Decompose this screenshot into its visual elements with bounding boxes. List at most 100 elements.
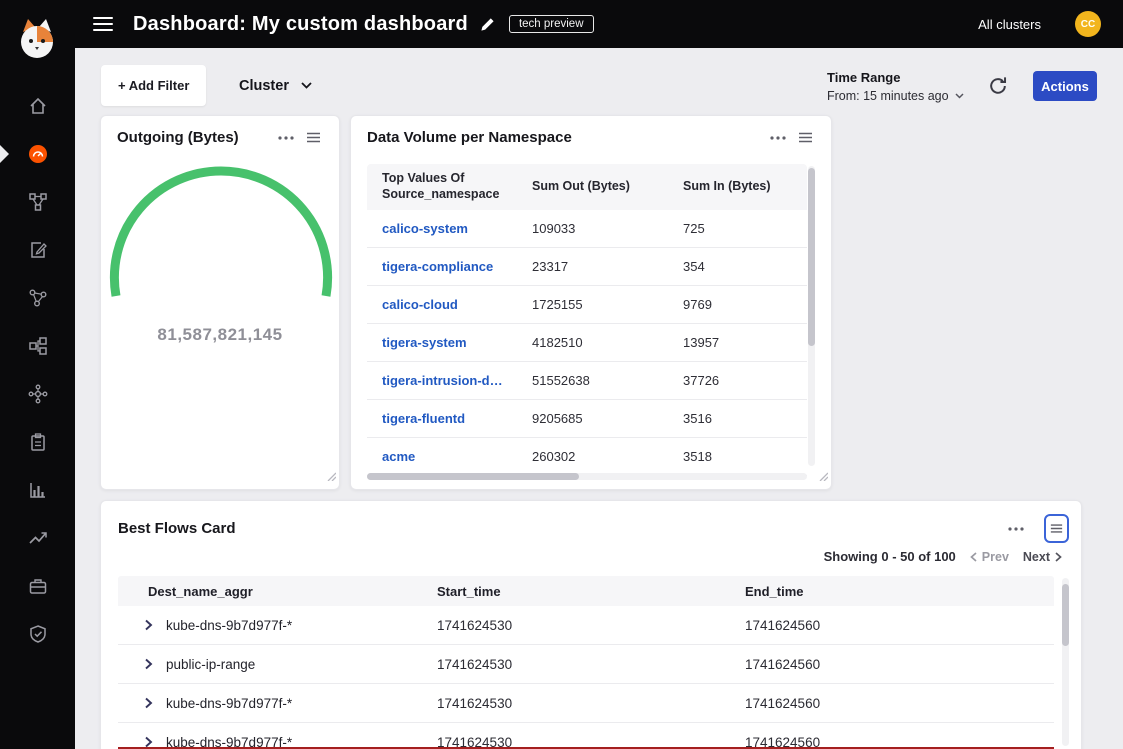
policies-icon[interactable] xyxy=(28,240,48,260)
card-menu-icon[interactable] xyxy=(272,133,300,143)
expand-row-icon[interactable] xyxy=(144,697,153,709)
table-row: tigera-fluentd 9205685 3516 xyxy=(367,400,807,438)
namespace-link[interactable]: tigera-fluentd xyxy=(382,411,465,426)
time-range-dropdown[interactable]: From: 15 minutes ago xyxy=(827,89,964,103)
workloads-icon[interactable] xyxy=(28,384,48,404)
card-title: Outgoing (Bytes) xyxy=(117,129,272,146)
all-clusters-dropdown[interactable]: All clusters xyxy=(978,17,1041,32)
namespace-link[interactable]: acme xyxy=(382,449,415,464)
expand-row-icon[interactable] xyxy=(144,658,153,670)
topology-icon[interactable] xyxy=(28,336,48,356)
sum-out-value: 260302 xyxy=(517,449,668,464)
horizontal-scrollbar[interactable] xyxy=(367,473,807,480)
table-header-row: Dest_name_aggr Start_time End_time xyxy=(118,576,1054,606)
sum-in-value: 725 xyxy=(668,221,807,236)
page-title: Dashboard: My custom dashboard xyxy=(133,13,468,36)
prev-label: Prev xyxy=(982,550,1009,564)
resize-handle-icon[interactable] xyxy=(819,468,828,486)
table-row: acme 260302 3518 xyxy=(367,438,807,476)
vertical-scrollbar[interactable] xyxy=(1062,578,1069,746)
drag-handle-icon[interactable] xyxy=(300,129,327,146)
start-time: 1741624530 xyxy=(437,618,745,633)
namespace-link[interactable]: tigera-system xyxy=(382,335,467,350)
endpoints-icon[interactable] xyxy=(28,288,48,308)
compliance-icon[interactable] xyxy=(28,432,48,452)
column-header: Sum Out (Bytes) xyxy=(517,179,668,195)
table-row: kube-dns-9b7d977f-* 1741624530 174162456… xyxy=(118,723,1054,749)
sum-in-value: 9769 xyxy=(668,297,807,312)
table-row: calico-system 109033 725 xyxy=(367,210,807,248)
bar-chart-icon[interactable] xyxy=(28,480,48,500)
end-time: 1741624560 xyxy=(745,696,1054,711)
next-page-button[interactable]: Next xyxy=(1023,550,1062,564)
namespace-link[interactable]: calico-system xyxy=(382,221,468,236)
dest-name: public-ip-range xyxy=(166,657,255,672)
cluster-dropdown[interactable]: Cluster xyxy=(225,65,326,106)
dashboards-icon[interactable] xyxy=(28,144,48,164)
pagination: Showing 0 - 50 of 100 Prev Next xyxy=(824,549,1062,564)
namespace-link[interactable]: tigera-intrusion-d… xyxy=(382,373,503,388)
flows-table: Dest_name_aggr Start_time End_time kube-… xyxy=(118,576,1054,749)
sum-in-value: 13957 xyxy=(668,335,807,350)
menu-icon[interactable] xyxy=(93,17,113,31)
shield-icon[interactable] xyxy=(28,624,48,644)
refresh-icon[interactable] xyxy=(987,75,1009,97)
main-content: + Add Filter Cluster Time Range From: 15… xyxy=(75,48,1123,749)
drag-handle-icon xyxy=(1050,523,1063,534)
expand-row-icon[interactable] xyxy=(144,619,153,631)
table-header-row: Top Values Of Source_namespace Sum Out (… xyxy=(367,164,807,210)
drag-handle-focused[interactable] xyxy=(1044,514,1069,543)
sum-out-value: 4182510 xyxy=(517,335,668,350)
best-flows-card: Best Flows Card Showing 0 - 50 of 100 Pr… xyxy=(100,500,1082,749)
trend-icon[interactable] xyxy=(28,528,48,548)
outgoing-bytes-card: Outgoing (Bytes) 81,587,821,145 xyxy=(100,115,340,490)
namespace-table: Top Values Of Source_namespace Sum Out (… xyxy=(367,164,807,476)
column-header: Start_time xyxy=(437,584,745,599)
add-filter-button[interactable]: + Add Filter xyxy=(101,65,206,106)
end-time: 1741624560 xyxy=(745,657,1054,672)
start-time: 1741624530 xyxy=(437,657,745,672)
card-menu-icon[interactable] xyxy=(1002,524,1030,534)
edit-icon[interactable] xyxy=(480,17,495,32)
next-label: Next xyxy=(1023,550,1050,564)
sum-in-value: 3516 xyxy=(668,411,807,426)
sidebar xyxy=(0,0,75,749)
apps-icon[interactable] xyxy=(28,576,48,596)
table-row: calico-cloud 1725155 9769 xyxy=(367,286,807,324)
namespace-link[interactable]: calico-cloud xyxy=(382,297,458,312)
resize-handle-icon[interactable] xyxy=(327,468,336,486)
namespace-link[interactable]: tigera-compliance xyxy=(382,259,493,274)
service-graph-icon[interactable] xyxy=(28,192,48,212)
gauge-chart: 81,587,821,145 xyxy=(101,158,339,345)
chevron-right-icon xyxy=(1055,552,1062,562)
calico-cat-logo[interactable] xyxy=(15,16,59,64)
prev-page-button[interactable]: Prev xyxy=(970,550,1009,564)
time-range-label: Time Range xyxy=(827,70,964,85)
drag-handle-icon[interactable] xyxy=(792,129,819,146)
table-row: kube-dns-9b7d977f-* 1741624530 174162456… xyxy=(118,684,1054,723)
time-range-value: From: 15 minutes ago xyxy=(827,89,949,103)
gauge-value: 81,587,821,145 xyxy=(101,325,339,345)
avatar[interactable]: CC xyxy=(1075,11,1101,37)
home-icon[interactable] xyxy=(28,96,48,116)
vertical-scrollbar[interactable] xyxy=(808,166,815,466)
time-range-group: Time Range From: 15 minutes ago xyxy=(827,70,964,103)
card-menu-icon[interactable] xyxy=(764,133,792,143)
sum-in-value: 37726 xyxy=(668,373,807,388)
table-row: tigera-compliance 23317 354 xyxy=(367,248,807,286)
pagination-status: Showing 0 - 50 of 100 xyxy=(824,549,956,564)
chevron-left-icon xyxy=(970,552,977,562)
table-row: tigera-intrusion-d… 51552638 37726 xyxy=(367,362,807,400)
end-time: 1741624560 xyxy=(745,618,1054,633)
table-row: tigera-system 4182510 13957 xyxy=(367,324,807,362)
dest-name: kube-dns-9b7d977f-* xyxy=(166,696,292,711)
topbar-bar: Dashboard: My custom dashboard tech prev… xyxy=(75,0,1123,48)
column-header: Top Values Of Source_namespace xyxy=(367,171,517,202)
data-volume-card: Data Volume per Namespace Top Values Of … xyxy=(350,115,832,490)
sum-out-value: 1725155 xyxy=(517,297,668,312)
tech-preview-badge: tech preview xyxy=(509,15,594,33)
actions-button[interactable]: Actions xyxy=(1033,71,1097,101)
dest-name: kube-dns-9b7d977f-* xyxy=(166,618,292,633)
table-row: kube-dns-9b7d977f-* 1741624530 174162456… xyxy=(118,606,1054,645)
sum-out-value: 51552638 xyxy=(517,373,668,388)
